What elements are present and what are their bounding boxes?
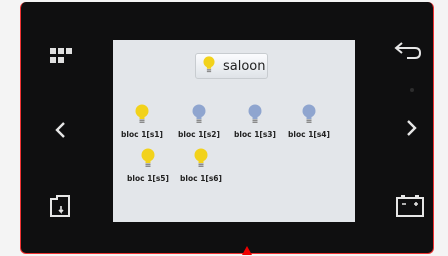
light-tile-s6[interactable]: bloc 1[s6] [176,148,226,186]
pointer-marker [242,246,252,255]
bulb-off-icon [192,104,206,128]
return-arrow-icon [394,42,422,59]
light-tile-s4[interactable]: bloc 1[s4] [284,104,334,142]
light-label: bloc 1[s2] [178,130,220,139]
light-label: bloc 1[s6] [180,174,222,183]
nav-left-button[interactable] [47,116,75,144]
menu-button[interactable] [45,44,77,68]
save-button[interactable] [45,192,75,220]
battery-icon [396,195,424,217]
chevron-left-icon [55,122,65,138]
bulb-off-icon [302,104,316,128]
nav-right-button[interactable] [397,114,425,142]
room-header[interactable]: saloon [195,53,268,79]
light-label: bloc 1[s4] [288,130,330,139]
light-label: bloc 1[s3] [234,130,276,139]
chevron-right-icon [407,120,417,136]
light-label: bloc 1[s1] [121,130,163,139]
back-button[interactable] [391,36,425,64]
light-tile-s1[interactable]: bloc 1[s1] [117,104,167,142]
light-tile-s3[interactable]: bloc 1[s3] [230,104,280,142]
sd-card-icon [50,195,70,217]
bulb-on-icon [202,55,216,77]
room-name: saloon [223,58,266,74]
light-tile-s5[interactable]: bloc 1[s5] [123,148,173,186]
bulb-on-icon [194,148,208,172]
light-label: bloc 1[s5] [127,174,169,183]
grid-icon [50,48,72,63]
battery-button[interactable] [393,192,427,220]
bulb-on-icon [135,104,149,128]
bulb-on-icon [141,148,155,172]
light-tile-s2[interactable]: bloc 1[s2] [174,104,224,142]
lcd-screen: saloon bloc 1[s1] bloc 1[s2] bloc 1[s3] … [113,40,355,222]
bulb-off-icon [248,104,262,128]
light-sensor [410,88,414,92]
